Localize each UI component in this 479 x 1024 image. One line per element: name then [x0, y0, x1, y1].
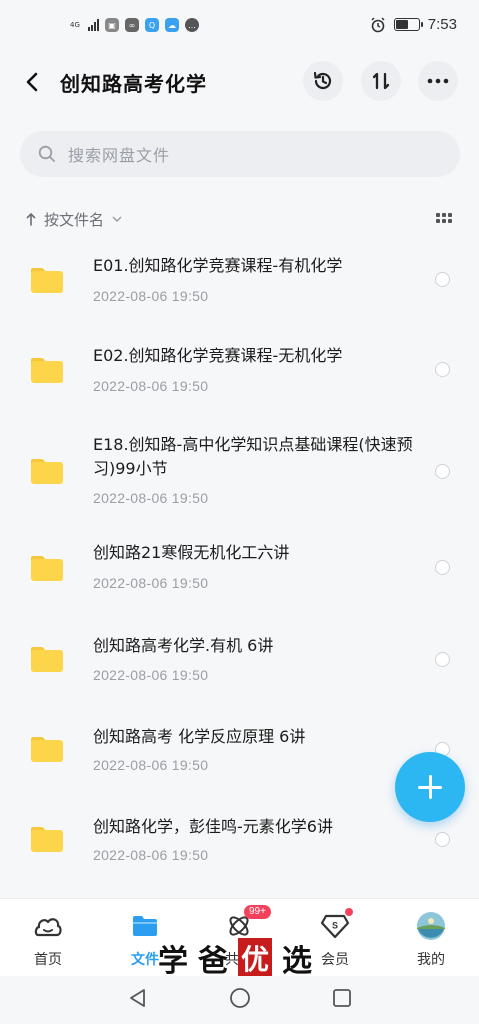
- chevron-left-icon: [26, 72, 38, 92]
- nav-label: 首页: [34, 952, 62, 968]
- status-icons-left: 4G ▣ ∞ Q ☁ …: [70, 18, 199, 32]
- watermark-char: 学: [158, 944, 188, 979]
- notification-message-icon: …: [185, 18, 199, 32]
- folder-icon: [31, 358, 63, 383]
- triangle-back-icon: [130, 989, 145, 1007]
- watermark: 学 爸 优 选: [158, 936, 312, 980]
- battery-level: [395, 20, 408, 29]
- watermark-char: 优: [238, 938, 273, 978]
- system-home-button[interactable]: [228, 986, 252, 1010]
- history-icon: [313, 71, 332, 90]
- search-input[interactable]: 搜索网盘文件: [20, 131, 460, 177]
- add-button[interactable]: [395, 752, 465, 822]
- watermark-char: 爸: [198, 944, 228, 979]
- chevron-down-icon: [112, 216, 122, 222]
- arrow-up-icon: [26, 212, 36, 226]
- file-name: E18.创知路-高中化学知识点基础课程(快速预习)99小节: [93, 435, 413, 478]
- notification-app-icon: ▣: [105, 18, 119, 32]
- home-icon: [33, 911, 63, 941]
- file-date: 2022-08-06 19:50: [93, 575, 209, 591]
- clock: 7:53: [427, 16, 457, 33]
- plus-icon-bar: [418, 785, 442, 789]
- nav-label: 会员: [321, 952, 349, 968]
- battery-icon: [393, 18, 423, 31]
- notification-link-icon: ∞: [125, 18, 139, 32]
- status-icons-right: 7:53: [370, 16, 457, 33]
- notification-badge: 99+: [244, 905, 271, 919]
- file-name: E02.创知路化学竞赛课程-无机化学: [93, 346, 343, 365]
- list-item[interactable]: E01.创知路化学竞赛课程-有机化学 2022-08-06 19:50: [0, 250, 479, 320]
- avatar-icon: [416, 911, 446, 941]
- folder-icon: [130, 911, 160, 941]
- watermark-char: 选: [282, 944, 313, 979]
- notification-cloud-icon: ☁: [165, 18, 179, 32]
- nav-me[interactable]: 我的: [396, 911, 466, 969]
- list-item[interactable]: 创知路化学，彭佳鸣-元素化学6讲 2022-08-06 19:50: [0, 812, 479, 882]
- select-radio[interactable]: [435, 560, 450, 575]
- file-date: 2022-08-06 19:50: [93, 490, 209, 506]
- status-bar: 4G ▣ ∞ Q ☁ … 7:53: [0, 0, 479, 52]
- sort-by-name-button[interactable]: 按文件名: [44, 209, 104, 230]
- select-radio[interactable]: [435, 464, 450, 479]
- file-name: 创知路21寒假无机化工六讲: [93, 543, 290, 562]
- alarm-icon: [371, 16, 385, 32]
- vip-icon: S: [320, 908, 353, 941]
- file-name: 创知路高考 化学反应原理 6讲: [93, 727, 306, 746]
- list-item[interactable]: 创知路高考化学.有机 6讲 2022-08-06 19:50: [0, 632, 479, 702]
- folder-icon: [31, 459, 63, 484]
- list-item[interactable]: E02.创知路化学竞赛课程-无机化学 2022-08-06 19:50: [0, 340, 479, 410]
- svg-text:S: S: [332, 921, 338, 931]
- nav-label: 我的: [417, 952, 445, 968]
- back-button[interactable]: [18, 68, 46, 96]
- select-radio[interactable]: [435, 832, 450, 847]
- file-date: 2022-08-06 19:50: [93, 757, 209, 773]
- grid-view-button[interactable]: [436, 213, 452, 223]
- search-icon: [38, 145, 55, 162]
- notification-dot: [345, 908, 353, 916]
- circle-home-icon: [230, 988, 250, 1008]
- signal-icon: [88, 19, 99, 31]
- sort-row: 按文件名: [26, 207, 456, 231]
- notification-search-icon: Q: [145, 18, 159, 32]
- folder-icon: [31, 268, 63, 293]
- file-name: 创知路化学，彭佳鸣-元素化学6讲: [93, 817, 333, 836]
- sort-button[interactable]: [361, 61, 401, 101]
- folder-icon: [31, 647, 63, 672]
- file-name: 创知路高考化学.有机 6讲: [93, 636, 274, 655]
- folder-icon: [31, 556, 63, 581]
- more-icon: [427, 78, 449, 84]
- top-bar: 创知路高考化学: [0, 58, 479, 106]
- system-back-button[interactable]: [126, 986, 150, 1010]
- file-date: 2022-08-06 19:50: [93, 847, 209, 863]
- network-type: 4G: [70, 20, 80, 29]
- more-button[interactable]: [418, 61, 458, 101]
- folder-icon: [31, 737, 63, 762]
- page-title: 创知路高考化学: [60, 72, 207, 96]
- square-recents-icon: [333, 989, 351, 1007]
- history-button[interactable]: [303, 61, 343, 101]
- folder-icon: [31, 827, 63, 852]
- file-name: E01.创知路化学竞赛课程-有机化学: [93, 256, 343, 275]
- select-radio[interactable]: [435, 272, 450, 287]
- file-date: 2022-08-06 19:50: [93, 378, 209, 394]
- file-date: 2022-08-06 19:50: [93, 667, 209, 683]
- nav-label: 文件: [131, 952, 159, 968]
- list-item[interactable]: 创知路21寒假无机化工六讲 2022-08-06 19:50: [0, 540, 479, 610]
- sort-icon: [372, 72, 390, 90]
- system-recents-button[interactable]: [330, 986, 354, 1010]
- select-radio[interactable]: [435, 362, 450, 377]
- system-nav-bar: [0, 976, 479, 1024]
- select-radio[interactable]: [435, 652, 450, 667]
- file-date: 2022-08-06 19:50: [93, 288, 209, 304]
- search-placeholder: 搜索网盘文件: [68, 146, 171, 165]
- nav-home[interactable]: 首页: [13, 911, 83, 969]
- list-item[interactable]: E18.创知路-高中化学知识点基础课程(快速预习)99小节 2022-08-06…: [0, 432, 479, 516]
